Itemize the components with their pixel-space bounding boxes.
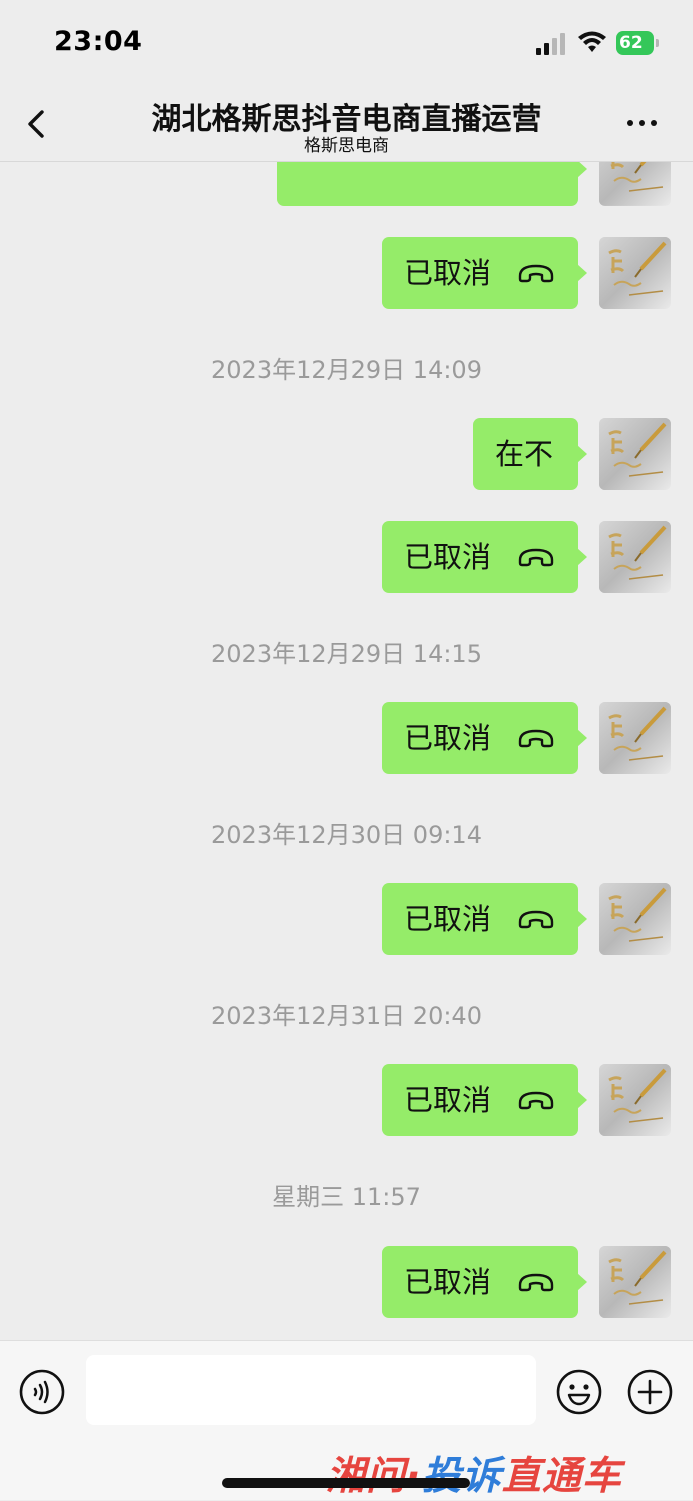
message-row: 已取消 — [0, 1246, 693, 1320]
avatar-image — [599, 702, 671, 774]
emoji-button[interactable] — [555, 1368, 603, 1416]
avatar-image — [599, 1064, 671, 1136]
status-bar: 23:04 62 — [0, 0, 693, 86]
call-message-bubble[interactable]: 已取消 — [382, 1246, 587, 1318]
chat-header: 湖北格斯思抖音电商直播运营 格斯思电商 — [0, 86, 693, 162]
phone-hangup-icon — [518, 729, 554, 748]
avatar-image — [599, 1246, 671, 1318]
avatar-image — [599, 237, 671, 309]
message-input-bar: 湘问·投诉直通车 — [0, 1340, 693, 1500]
more-button[interactable] — [622, 108, 662, 138]
cellular-signal-icon — [536, 33, 565, 55]
home-indicator — [222, 1478, 470, 1488]
message-input[interactable] — [86, 1355, 536, 1425]
battery-indicator: 62 — [616, 31, 659, 55]
voice-message-bubble[interactable]: 23" — [277, 162, 587, 206]
phone-hangup-icon — [518, 1091, 554, 1110]
message-timestamp: 2023年12月29日 14:09 — [211, 356, 482, 384]
message-row: 已取消 — [0, 702, 693, 776]
call-message-bubble[interactable]: 已取消 — [382, 237, 587, 309]
phone-hangup-icon — [518, 548, 554, 567]
call-message-bubble[interactable]: 已取消 — [382, 521, 587, 593]
message-row: 在不 — [0, 418, 693, 492]
chat-message-list[interactable]: 23" 已取消 2023年12月29日 14:09 在不 已取消 — [0, 162, 693, 1340]
voice-input-button[interactable] — [19, 1369, 65, 1415]
battery-level: 62 — [616, 31, 654, 55]
message-timestamp: 2023年12月31日 20:40 — [211, 1002, 482, 1030]
message-row: 已取消 — [0, 883, 693, 957]
more-actions-button[interactable] — [626, 1368, 674, 1416]
avatar-image — [599, 418, 671, 490]
battery-tip — [656, 39, 659, 47]
watermark-dot: · — [406, 1454, 422, 1499]
text-message-bubble[interactable]: 在不 — [473, 418, 587, 490]
avatar-image — [599, 883, 671, 955]
call-status-text: 已取消 — [404, 256, 492, 290]
message-timestamp: 2023年12月29日 14:15 — [211, 640, 482, 668]
phone-hangup-icon — [518, 910, 554, 929]
wifi-icon — [578, 31, 606, 52]
avatar[interactable] — [599, 702, 671, 774]
message-row: 已取消 — [0, 237, 693, 311]
call-status-text: 已取消 — [404, 540, 492, 574]
chat-subtitle: 格斯思电商 — [304, 136, 389, 156]
voice-duration: 23" — [458, 162, 496, 166]
message-row: 已取消 — [0, 1064, 693, 1138]
voice-wave-icon — [520, 162, 548, 167]
avatar[interactable] — [599, 237, 671, 309]
call-message-bubble[interactable]: 已取消 — [382, 1064, 587, 1136]
message-timestamp: 2023年12月30日 09:14 — [211, 821, 482, 849]
avatar-image — [599, 521, 671, 593]
avatar[interactable] — [599, 162, 671, 206]
watermark: 湘问·投诉直通车 — [326, 1445, 676, 1501]
call-message-bubble[interactable]: 已取消 — [382, 702, 587, 774]
call-status-text: 已取消 — [404, 721, 492, 755]
message-row: 23" — [0, 162, 693, 207]
message-timestamp: 星期三 11:57 — [272, 1183, 421, 1211]
avatar[interactable] — [599, 1064, 671, 1136]
avatar[interactable] — [599, 521, 671, 593]
phone-hangup-icon — [518, 264, 554, 283]
message-text: 在不 — [495, 437, 554, 471]
avatar[interactable] — [599, 1246, 671, 1318]
status-time: 23:04 — [54, 26, 143, 57]
watermark-text-1: 湘问 — [326, 1454, 407, 1499]
call-status-text: 已取消 — [404, 1265, 492, 1299]
avatar[interactable] — [599, 883, 671, 955]
call-status-text: 已取消 — [404, 902, 492, 936]
watermark-text-2: 投诉 — [421, 1454, 502, 1499]
avatar-image — [599, 162, 671, 205]
back-button[interactable] — [22, 104, 56, 144]
phone-hangup-icon — [518, 1273, 554, 1292]
call-status-text: 已取消 — [404, 1083, 492, 1117]
avatar[interactable] — [599, 418, 671, 490]
call-message-bubble[interactable]: 已取消 — [382, 883, 587, 955]
message-row: 已取消 — [0, 521, 693, 595]
watermark-text-3: 直通车 — [501, 1454, 622, 1499]
